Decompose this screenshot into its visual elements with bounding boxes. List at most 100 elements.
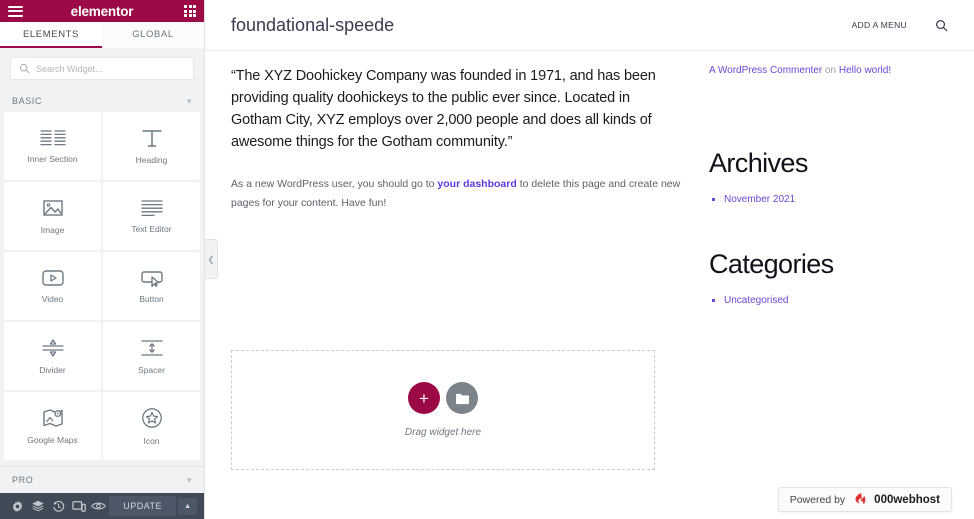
history-button[interactable] bbox=[48, 493, 68, 519]
tab-global[interactable]: GLOBAL bbox=[102, 22, 204, 48]
panel-header: elementor bbox=[0, 0, 204, 22]
panel-tabs: ELEMENTS GLOBAL bbox=[0, 22, 204, 48]
widget-label: Image bbox=[41, 225, 65, 235]
widget-heading[interactable]: Heading bbox=[103, 112, 200, 180]
archives-section: Archives November 2021 bbox=[709, 148, 948, 207]
button-icon bbox=[140, 269, 164, 287]
webhost-flame-icon bbox=[851, 492, 868, 507]
spacer-icon bbox=[140, 338, 164, 358]
update-options-button[interactable]: ▲ bbox=[177, 498, 197, 515]
widget-spacer[interactable]: Spacer bbox=[103, 322, 200, 390]
chevron-down-icon: ▾ bbox=[187, 97, 192, 106]
category-link[interactable]: Uncategorised bbox=[724, 295, 788, 306]
widget-panel: elementor ELEMENTS GLOBAL BASIC ▾ bbox=[0, 0, 205, 519]
widget-video[interactable]: Video bbox=[4, 252, 101, 320]
comment-author-link[interactable]: A WordPress Commenter bbox=[709, 65, 822, 76]
update-button[interactable]: UPDATE bbox=[109, 496, 176, 516]
widget-label: Inner Section bbox=[27, 154, 77, 164]
widget-button[interactable]: Button bbox=[103, 252, 200, 320]
drag-widget-dropzone[interactable]: + Drag widget here bbox=[231, 350, 655, 470]
search-widget-container bbox=[0, 48, 204, 90]
image-icon bbox=[42, 198, 64, 218]
categories-heading: Categories bbox=[709, 249, 948, 280]
grid-icon[interactable] bbox=[184, 5, 196, 17]
text-editor-icon bbox=[140, 199, 164, 217]
categories-list: Uncategorised bbox=[709, 294, 948, 308]
secondary-paragraph: As a new WordPress user, you should go t… bbox=[231, 175, 681, 212]
settings-gear-icon bbox=[11, 500, 24, 513]
sidebar-column: A WordPress Commenter on Hello world! Ar… bbox=[709, 65, 948, 308]
heading-icon bbox=[141, 128, 163, 148]
add-menu-link[interactable]: ADD A MENU bbox=[852, 20, 907, 30]
category-label-basic: BASIC bbox=[12, 96, 42, 106]
divider-icon bbox=[41, 338, 65, 358]
comment-connector: on bbox=[822, 65, 839, 76]
elementor-logo-text: elementor bbox=[71, 4, 134, 19]
video-icon bbox=[41, 269, 65, 287]
search-box[interactable] bbox=[10, 57, 194, 80]
navigator-layers-icon bbox=[31, 499, 45, 513]
widget-label: Google Maps bbox=[27, 435, 78, 445]
navigator-button[interactable] bbox=[27, 493, 47, 519]
site-header: foundational-speede ADD A MENU bbox=[205, 0, 974, 51]
widget-label: Text Editor bbox=[131, 224, 171, 234]
widget-google-maps[interactable]: Google Maps bbox=[4, 392, 101, 460]
search-icon[interactable] bbox=[935, 19, 948, 32]
dropzone-label: Drag widget here bbox=[405, 427, 481, 438]
widget-icon[interactable]: Icon bbox=[103, 392, 200, 460]
widget-text-editor[interactable]: Text Editor bbox=[103, 182, 200, 250]
widget-image[interactable]: Image bbox=[4, 182, 101, 250]
add-new-section-button[interactable]: + bbox=[408, 382, 440, 414]
comment-post-link[interactable]: Hello world! bbox=[839, 65, 891, 76]
widget-inner-section[interactable]: Inner Section bbox=[4, 112, 101, 180]
main-column: “The XYZ Doohickey Company was founded i… bbox=[231, 65, 681, 308]
dashboard-link[interactable]: your dashboard bbox=[437, 178, 516, 190]
widget-divider[interactable]: Divider bbox=[4, 322, 101, 390]
widget-label: Divider bbox=[39, 365, 65, 375]
list-item: November 2021 bbox=[709, 193, 948, 207]
search-icon bbox=[19, 63, 30, 74]
search-input[interactable] bbox=[36, 64, 185, 74]
secondary-text-before: As a new WordPress user, you should go t… bbox=[231, 178, 437, 190]
tab-elements[interactable]: ELEMENTS bbox=[0, 22, 102, 48]
preview-button[interactable] bbox=[89, 493, 109, 519]
site-title[interactable]: foundational-speede bbox=[231, 15, 394, 36]
categories-section: Categories Uncategorised bbox=[709, 249, 948, 308]
widget-label: Spacer bbox=[138, 365, 165, 375]
responsive-device-icon bbox=[72, 500, 86, 513]
hamburger-icon[interactable] bbox=[8, 6, 23, 17]
elementor-editor: elementor ELEMENTS GLOBAL BASIC ▾ bbox=[0, 0, 974, 519]
webhost-name: 000webhost bbox=[874, 494, 940, 506]
folder-icon bbox=[455, 392, 470, 405]
archives-list: November 2021 bbox=[709, 193, 948, 207]
preview-canvas: foundational-speede ADD A MENU “The XYZ … bbox=[205, 0, 974, 519]
widget-label: Icon bbox=[143, 436, 159, 446]
history-clock-icon bbox=[52, 500, 65, 513]
widget-label: Heading bbox=[136, 155, 168, 165]
content-row: “The XYZ Doohickey Company was founded i… bbox=[205, 51, 974, 308]
star-icon bbox=[141, 407, 163, 429]
add-template-button[interactable] bbox=[446, 382, 478, 414]
widget-label: Video bbox=[42, 294, 64, 304]
preview-eye-icon bbox=[91, 500, 106, 512]
category-header-pro[interactable]: PRO ▾ bbox=[0, 466, 204, 493]
category-label-pro: PRO bbox=[12, 475, 33, 485]
archive-link[interactable]: November 2021 bbox=[724, 194, 795, 205]
dropzone-buttons: + bbox=[408, 382, 478, 414]
inner-section-icon bbox=[40, 129, 66, 147]
archives-heading: Archives bbox=[709, 148, 948, 179]
site-header-right: ADD A MENU bbox=[852, 19, 948, 32]
lead-paragraph: “The XYZ Doohickey Company was founded i… bbox=[231, 65, 681, 153]
webhost-badge[interactable]: Powered by 000webhost bbox=[778, 487, 952, 512]
chevron-down-icon: ▾ bbox=[187, 476, 192, 485]
responsive-mode-button[interactable] bbox=[68, 493, 88, 519]
google-maps-icon bbox=[41, 408, 65, 428]
widget-list: Inner Section Heading Im bbox=[0, 112, 204, 460]
list-item: Uncategorised bbox=[709, 294, 948, 308]
webhost-prefix: Powered by bbox=[790, 494, 845, 506]
settings-button[interactable] bbox=[7, 493, 27, 519]
category-header-basic[interactable]: BASIC ▾ bbox=[0, 90, 204, 112]
panel-collapse-handle[interactable]: ❮ bbox=[205, 239, 218, 279]
widget-label: Button bbox=[139, 294, 164, 304]
update-group: UPDATE ▲ bbox=[109, 496, 197, 516]
